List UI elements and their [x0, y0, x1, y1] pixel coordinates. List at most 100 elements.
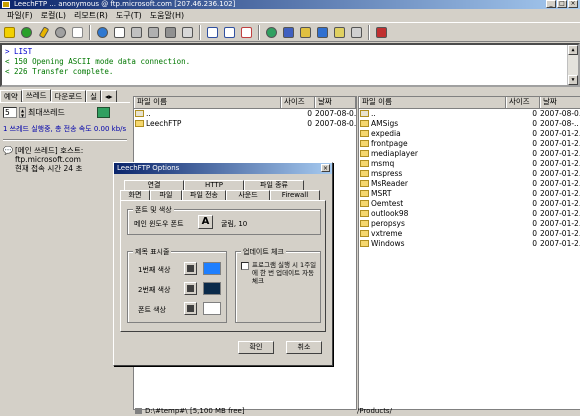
file-row[interactable]: expedia 0 2007-01-2..: [359, 129, 580, 139]
file-row[interactable]: mspress 0 2007-01-2..: [359, 169, 580, 179]
log-line: > LIST: [5, 47, 33, 56]
scroll-down-arrow-icon[interactable]: ▼: [568, 75, 578, 85]
menu-remote[interactable]: 리모트(R): [70, 9, 112, 22]
trash-icon[interactable]: [146, 25, 161, 40]
file-row[interactable]: vxtreme 0 2007-01-2..: [359, 229, 580, 239]
exit-icon[interactable]: [374, 25, 389, 40]
ok-button[interactable]: 확인: [238, 341, 274, 354]
col-header-date[interactable]: 날짜: [315, 97, 356, 108]
font-select-button[interactable]: A: [198, 215, 213, 229]
view-icon[interactable]: [205, 25, 220, 40]
tab-display[interactable]: 화면: [120, 190, 150, 200]
toolbar-separator: [258, 24, 260, 40]
folder-icon: [360, 189, 369, 197]
queue-icon[interactable]: [332, 25, 347, 40]
file-row[interactable]: .. 0 2007-08-0.: [134, 109, 356, 119]
tab-threads[interactable]: 쓰레드: [21, 89, 51, 101]
thread-count-input[interactable]: 5: [3, 107, 17, 118]
color2-picker-button[interactable]: [184, 282, 197, 295]
file-size: 0: [532, 169, 537, 178]
disconnect-icon[interactable]: [70, 25, 85, 40]
file-row[interactable]: mediaplayer 0 2007-01-2..: [359, 149, 580, 159]
folder-icon: [360, 139, 369, 147]
file-row[interactable]: .. 0 2007-08-0.: [359, 109, 580, 119]
file-date: 2007-08-0.: [315, 109, 356, 118]
file-row[interactable]: frontpage 0 2007-01-2..: [359, 139, 580, 149]
tab-file[interactable]: 파일: [150, 190, 182, 200]
minimize-button[interactable]: _: [546, 0, 556, 8]
parent-folder-icon: [135, 109, 144, 117]
scroll-up-arrow-icon[interactable]: ▲: [568, 45, 578, 55]
cancel-button[interactable]: 취소: [286, 341, 322, 354]
window-title: LeechFTP ... anonymous @ ftp.microsoft.c…: [14, 0, 236, 8]
file-row[interactable]: peropsys 0 2007-01-2..: [359, 219, 580, 229]
go-icon[interactable]: [19, 25, 34, 40]
file-size: 0: [532, 229, 537, 238]
lightning-icon[interactable]: [2, 25, 17, 40]
globe-icon[interactable]: [95, 25, 110, 40]
menu-file[interactable]: 파일(F): [3, 9, 37, 22]
refresh-icon[interactable]: [96, 107, 110, 118]
menu-tools[interactable]: 도구(T): [112, 9, 146, 22]
font-color-group: 폰트 및 색상 메인 윈도우 폰트 A 굴림, 10: [127, 205, 321, 235]
filter-icon[interactable]: [315, 25, 330, 40]
tab-connection[interactable]: 연결: [124, 180, 184, 190]
tree-icon[interactable]: [298, 25, 313, 40]
file-name: peropsys: [371, 219, 405, 228]
tab-queue[interactable]: 예약: [0, 90, 22, 102]
dialog-close-button[interactable]: ×: [321, 164, 330, 172]
view2-icon[interactable]: [222, 25, 237, 40]
folder-icon: [360, 229, 369, 237]
update-checkbox[interactable]: [241, 262, 249, 270]
file-row[interactable]: msmq 0 2007-01-2..: [359, 159, 580, 169]
file-row[interactable]: MSRT 0 2007-01-2..: [359, 189, 580, 199]
threads-panel: 5 ▲ ▼ 최대쓰레드 1 쓰레드 실행중, 총 전송 속도 0.00 kb/s …: [0, 102, 130, 408]
font-color-label: 폰트 색상: [138, 306, 166, 314]
sort-icon[interactable]: [281, 25, 296, 40]
folder-icon[interactable]: [163, 25, 178, 40]
file-row[interactable]: Windows 0 2007-01-2..: [359, 239, 580, 249]
folder-icon: [360, 179, 369, 187]
tab-downloads[interactable]: 다운로드: [50, 90, 87, 102]
local-upload-icon[interactable]: [129, 25, 144, 40]
col-header-size[interactable]: 사이즈: [281, 97, 315, 108]
menu-help[interactable]: 도움말(H): [146, 9, 188, 22]
file-row[interactable]: Oemtest 0 2007-01-2..: [359, 199, 580, 209]
col-header-size[interactable]: 사이즈: [506, 97, 540, 108]
file-date: 2007-01-2..: [540, 129, 580, 138]
view3-icon[interactable]: [239, 25, 254, 40]
tab-more[interactable]: 실: [86, 90, 102, 102]
document-icon[interactable]: [112, 25, 127, 40]
file-row[interactable]: LeechFTP 0 2007-08-0.: [134, 119, 356, 129]
tab-scroll-arrows[interactable]: ◂▸: [101, 90, 117, 102]
file-size: 0: [532, 189, 537, 198]
col-header-name[interactable]: 파일 이름: [359, 97, 506, 108]
log-scrollbar[interactable]: ▲ ▼: [567, 45, 578, 85]
left-tabs: 예약 쓰레드 다운로드 실 ◂▸: [0, 89, 130, 102]
font-color-picker-button[interactable]: [184, 302, 197, 315]
file-row[interactable]: AMSigs 0 2007-08-..: [359, 119, 580, 129]
thread-info-line: ftp.microsoft.com: [14, 155, 81, 164]
tab-file-types[interactable]: 파일 종류: [244, 180, 304, 190]
remote-file-pane[interactable]: 파일 이름 사이즈 날짜 .. 0 2007-08-0. AMSigs 0 2007-08…: [358, 96, 580, 410]
maximize-button[interactable]: □: [557, 0, 567, 8]
bookmark-icon[interactable]: [349, 25, 364, 40]
tab-transfer[interactable]: 파일 전송: [182, 190, 226, 200]
tab-http[interactable]: HTTP: [184, 180, 244, 190]
col-header-date[interactable]: 날짜: [540, 97, 580, 108]
tab-sound[interactable]: 사운드: [226, 190, 270, 200]
file-row[interactable]: MsReader 0 2007-01-2..: [359, 179, 580, 189]
spinner-arrows-icon[interactable]: ▲ ▼: [19, 107, 26, 118]
color1-picker-button[interactable]: [184, 262, 197, 275]
pencil-icon[interactable]: [36, 25, 51, 40]
rename-icon[interactable]: [180, 25, 195, 40]
menu-local[interactable]: 로컬(L): [37, 9, 70, 22]
stop-icon[interactable]: [53, 25, 68, 40]
col-header-name[interactable]: 파일 이름: [134, 97, 281, 108]
file-date: 2007-01-2..: [540, 229, 580, 238]
tab-firewall[interactable]: Firewall: [270, 190, 320, 200]
server-log: > LIST < 150 Opening ASCII mode data con…: [0, 43, 580, 87]
close-button[interactable]: ×: [568, 0, 578, 8]
file-row[interactable]: outlook98 0 2007-01-2..: [359, 209, 580, 219]
sync-icon[interactable]: [264, 25, 279, 40]
